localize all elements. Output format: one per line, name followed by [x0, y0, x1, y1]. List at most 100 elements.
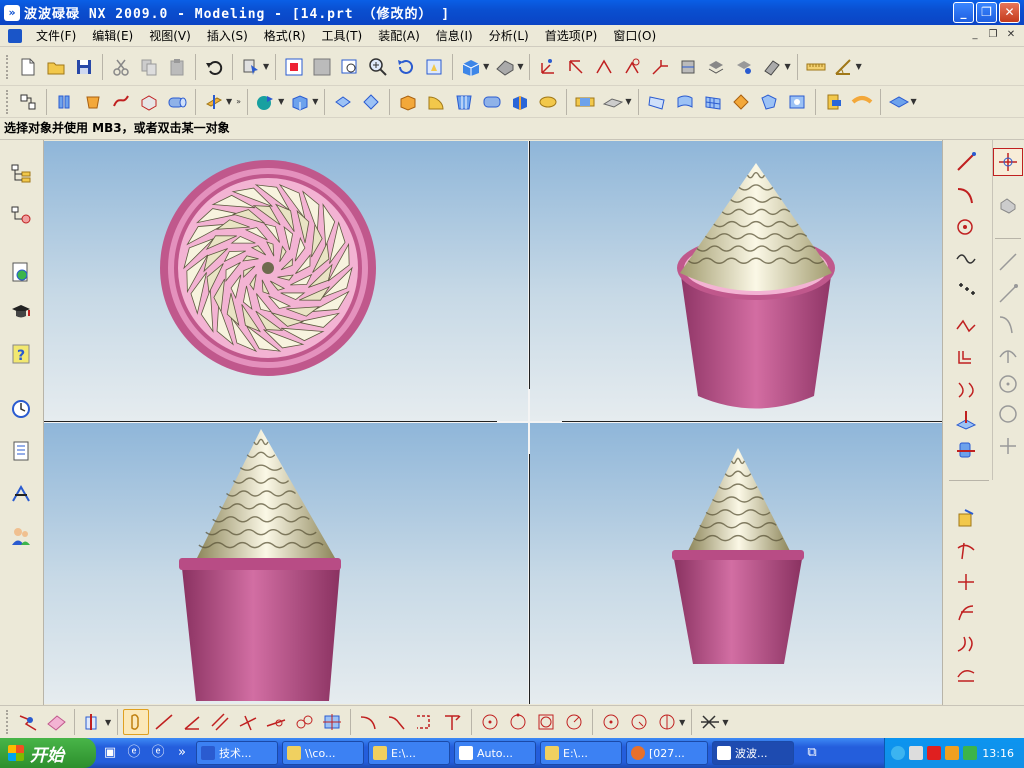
- maximize-button[interactable]: ❐: [976, 2, 997, 23]
- project-curve-icon[interactable]: [951, 406, 981, 434]
- doc-restore-button[interactable]: ❐: [986, 29, 1000, 42]
- zoom-window-icon[interactable]: [309, 54, 335, 80]
- show-desktop-icon[interactable]: ▣: [100, 743, 120, 763]
- render-style-icon[interactable]: [492, 54, 518, 80]
- training-icon[interactable]: [7, 298, 35, 326]
- dropdown-arrow-icon[interactable]: ▼: [625, 97, 631, 106]
- menu-format[interactable]: 格式(R): [256, 25, 314, 47]
- web-browser-icon[interactable]: [7, 258, 35, 286]
- fit-view-icon[interactable]: [281, 54, 307, 80]
- pad-icon[interactable]: [507, 89, 533, 115]
- toolbar-grip[interactable]: [6, 710, 10, 734]
- undo-icon[interactable]: [201, 54, 227, 80]
- dropdown-arrow-icon[interactable]: ▼: [722, 718, 728, 727]
- datum-csys-icon[interactable]: [535, 54, 561, 80]
- delete-icon[interactable]: [440, 709, 466, 735]
- taskbar-item[interactable]: Auto...: [454, 741, 536, 765]
- bridge-curve-icon[interactable]: [951, 376, 981, 404]
- menu-tools[interactable]: 工具(T): [314, 25, 371, 47]
- isometric-view-pane[interactable]: [530, 141, 942, 421]
- assembly-navigator-icon[interactable]: [7, 160, 35, 188]
- layer-settings-icon[interactable]: [731, 54, 757, 80]
- control-point-icon[interactable]: [598, 709, 624, 735]
- tray-app-icon[interactable]: [945, 746, 959, 760]
- process-studio-icon[interactable]: [7, 480, 35, 508]
- front-view-pane[interactable]: [44, 423, 528, 704]
- boolean-unite-icon[interactable]: [330, 89, 356, 115]
- view-orient-icon[interactable]: [675, 54, 701, 80]
- taskbar-item[interactable]: E:\...: [368, 741, 450, 765]
- zoom-icon[interactable]: [337, 54, 363, 80]
- datum-icon[interactable]: [201, 89, 227, 115]
- extrude-icon[interactable]: [52, 89, 78, 115]
- zoom-in-icon[interactable]: [365, 54, 391, 80]
- taskbar-item[interactable]: [027...: [626, 741, 708, 765]
- curve-fit-icon[interactable]: [951, 312, 981, 340]
- selection-icon[interactable]: [238, 54, 264, 80]
- curve-length-icon[interactable]: [951, 660, 981, 688]
- line-icon[interactable]: [151, 709, 177, 735]
- dropdown-arrow-icon[interactable]: ▼: [263, 62, 269, 71]
- offset-surface-icon[interactable]: [784, 89, 810, 115]
- line-tool-icon[interactable]: [993, 248, 1023, 276]
- boss-icon[interactable]: [535, 89, 561, 115]
- cylinder-icon[interactable]: [164, 89, 190, 115]
- datum-axis-icon[interactable]: [563, 54, 589, 80]
- draft-icon[interactable]: [451, 89, 477, 115]
- tube-icon[interactable]: [136, 89, 162, 115]
- arc-icon[interactable]: [951, 180, 981, 208]
- end-point-icon[interactable]: [626, 709, 652, 735]
- circle-tool-icon[interactable]: [993, 400, 1023, 428]
- display-icon[interactable]: [759, 54, 785, 80]
- roles-icon[interactable]: [7, 522, 35, 550]
- existing-point-icon[interactable]: [561, 709, 587, 735]
- spline-icon[interactable]: [951, 244, 981, 272]
- part-navigator-icon[interactable]: [15, 89, 41, 115]
- circle-icon[interactable]: [951, 212, 981, 240]
- delete-icon[interactable]: [697, 709, 723, 735]
- sew-icon[interactable]: [849, 89, 875, 115]
- dropdown-arrow-icon[interactable]: ▼: [784, 62, 790, 71]
- rectangle-icon[interactable]: [319, 709, 345, 735]
- stretch-curve-icon[interactable]: [951, 630, 981, 658]
- toolbar-grip[interactable]: [6, 89, 10, 114]
- window-list-icon[interactable]: ⧉: [802, 743, 822, 763]
- menu-file[interactable]: 文件(F): [28, 25, 84, 47]
- mesh-surface-icon[interactable]: [700, 89, 726, 115]
- copy-icon[interactable]: [136, 54, 162, 80]
- measure-distance-icon[interactable]: [803, 54, 829, 80]
- menu-insert[interactable]: 插入(S): [199, 25, 256, 47]
- start-button[interactable]: 开始: [0, 738, 96, 768]
- shaded-view-icon[interactable]: [458, 54, 484, 80]
- part-navigator-icon[interactable]: [7, 202, 35, 230]
- taskbar-item-active[interactable]: 波波...: [712, 741, 794, 765]
- tangent-snap-icon[interactable]: [533, 709, 559, 735]
- document-menu-icon[interactable]: [8, 28, 22, 43]
- line-icon[interactable]: [951, 148, 981, 176]
- hole-icon[interactable]: [479, 89, 505, 115]
- dropdown-arrow-icon[interactable]: ▼: [105, 718, 111, 727]
- security-icon[interactable]: [963, 746, 977, 760]
- point-tool-icon[interactable]: [993, 432, 1023, 460]
- dropdown-arrow-icon[interactable]: ▼: [278, 97, 284, 106]
- view-icon[interactable]: [43, 709, 69, 735]
- doc-minimize-button[interactable]: _: [968, 29, 982, 42]
- chamfer-icon[interactable]: [423, 89, 449, 115]
- more-icon[interactable]: »: [236, 97, 241, 106]
- pocket-icon[interactable]: [572, 89, 598, 115]
- parallel-icon[interactable]: [207, 709, 233, 735]
- revolve-icon[interactable]: [80, 89, 106, 115]
- shell-icon[interactable]: [253, 89, 279, 115]
- circle-tool-icon[interactable]: [993, 370, 1023, 398]
- point-set-icon[interactable]: [951, 276, 981, 304]
- trim-icon[interactable]: [412, 709, 438, 735]
- curves-menu-icon[interactable]: [80, 709, 106, 735]
- boolean-subtract-icon[interactable]: [358, 89, 384, 115]
- offset-curve-icon[interactable]: [951, 344, 981, 372]
- tray-arrow-icon[interactable]: [891, 746, 905, 760]
- dropdown-arrow-icon[interactable]: ▼: [517, 62, 523, 71]
- menu-view[interactable]: 视图(V): [141, 25, 199, 47]
- trim-body-icon[interactable]: [821, 89, 847, 115]
- right-view-pane[interactable]: [530, 423, 942, 704]
- corner-icon[interactable]: [384, 709, 410, 735]
